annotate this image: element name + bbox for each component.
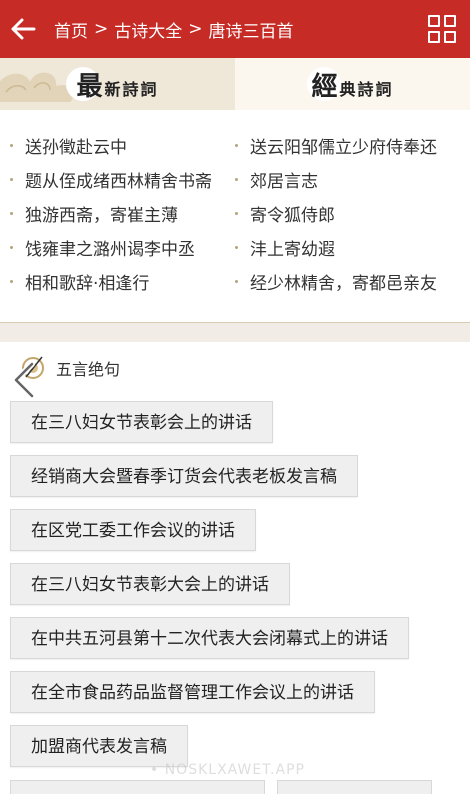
- list-item: 饯雍聿之潞州谒李中丞 沣上寄幼遐: [0, 230, 470, 264]
- breadcrumb-current: 唐诗三百首: [208, 21, 294, 42]
- list-item: 独游西斋，寄崔主薄 寄令狐侍郎: [0, 196, 470, 230]
- breadcrumb: 首页 > 古诗大全 > 唐诗三百首: [46, 17, 414, 42]
- tab-latest-label: 最新詩詞: [76, 71, 159, 102]
- article-button[interactable]: [277, 780, 432, 794]
- watermark-text: • NOSKLXAWET.APP: [150, 762, 305, 778]
- article-button[interactable]: 在三八妇女节表彰大会上的讲话: [10, 563, 290, 605]
- breadcrumb-separator: >: [94, 19, 109, 39]
- poem-link[interactable]: 送云阳邹儒立少府侍奉还: [225, 133, 470, 158]
- article-button[interactable]: 在三八妇女节表彰会上的讲话: [10, 401, 273, 443]
- poem-link[interactable]: 送孙徵赴云中: [0, 133, 225, 158]
- back-button[interactable]: [0, 0, 46, 58]
- poem-link[interactable]: 沣上寄幼遐: [225, 235, 470, 260]
- section-title: 五言绝句: [56, 360, 121, 379]
- poem-link[interactable]: 独游西斋，寄崔主薄: [0, 201, 225, 226]
- poem-link[interactable]: 郊居言志: [225, 167, 470, 192]
- tab-classic-label: 經典詩詞: [311, 71, 394, 102]
- tab-latest-poems[interactable]: 最新詩詞: [0, 58, 235, 110]
- list-item: 相和歌辞·相逢行 经少林精舍，寄都邑亲友: [0, 264, 470, 298]
- breadcrumb-category[interactable]: 古诗大全: [114, 17, 182, 42]
- tab-bar: 最新詩詞 經典詩詞: [0, 58, 470, 110]
- article-button[interactable]: 经销商大会暨春季订货会代表老板发言稿: [10, 455, 358, 497]
- grid-menu-button[interactable]: [414, 0, 470, 58]
- article-button[interactable]: 在全市食品药品监督管理工作会议上的讲话: [10, 671, 375, 713]
- section-divider: [0, 322, 470, 342]
- chevron-left-icon[interactable]: [10, 360, 38, 400]
- poem-link-list: 送孙徵赴云中 送云阳邹儒立少府侍奉还 题从侄成绪西林精舍书斋 郊居言志 独游西斋…: [0, 128, 470, 298]
- tab-classic-poems[interactable]: 經典詩詞: [235, 58, 470, 110]
- article-button[interactable]: [10, 780, 265, 794]
- grid-icon: [428, 15, 456, 43]
- list-item: 送孙徵赴云中 送云阳邹儒立少府侍奉还: [0, 128, 470, 162]
- back-arrow-icon: [11, 18, 36, 40]
- poem-link[interactable]: 饯雍聿之潞州谒李中丞: [0, 235, 225, 260]
- top-bar: 首页 > 古诗大全 > 唐诗三百首: [0, 0, 470, 58]
- poem-link[interactable]: 相和歌辞·相逢行: [0, 269, 225, 294]
- poem-link[interactable]: 寄令狐侍郎: [225, 201, 470, 226]
- list-item: 题从侄成绪西林精舍书斋 郊居言志: [0, 162, 470, 196]
- article-button[interactable]: 在中共五河县第十二次代表大会闭幕式上的讲话: [10, 617, 409, 659]
- poem-link[interactable]: 题从侄成绪西林精舍书斋: [0, 167, 225, 192]
- article-button[interactable]: 加盟商代表发言稿: [10, 725, 188, 767]
- partial-button-row: [10, 780, 432, 794]
- article-button[interactable]: 在区党工委工作会议的讲话: [10, 509, 256, 551]
- breadcrumb-home[interactable]: 首页: [54, 17, 88, 42]
- poem-link[interactable]: 经少林精舍，寄都邑亲友: [225, 269, 470, 294]
- article-button-list: 在三八妇女节表彰会上的讲话 经销商大会暨春季订货会代表老板发言稿 在区党工委工作…: [10, 401, 460, 779]
- breadcrumb-separator: >: [188, 19, 203, 39]
